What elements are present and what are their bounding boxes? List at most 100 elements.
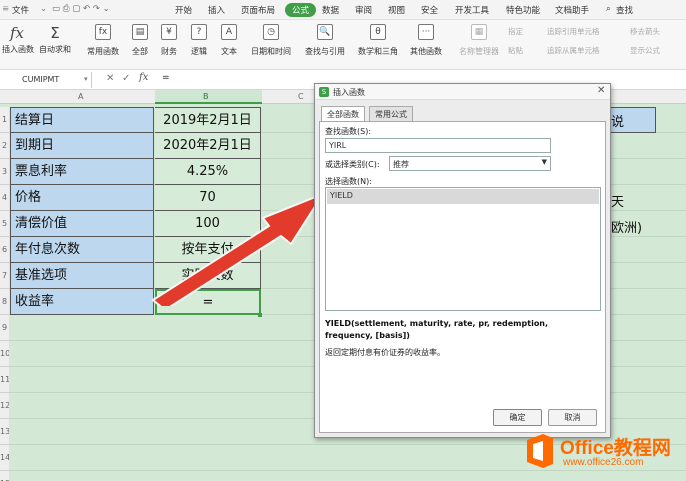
function-list[interactable]: YIELD [325, 187, 601, 311]
paste-name-button[interactable]: 粘贴 [508, 45, 523, 56]
cancel-icon[interactable]: ✕ [106, 73, 114, 84]
row-header[interactable]: 5 [0, 211, 9, 237]
text-icon: A [221, 24, 237, 40]
cell-label[interactable]: 票息利率 [10, 159, 154, 185]
grid-line [0, 470, 686, 471]
menu-doc-assistant[interactable]: 文档助手 [555, 4, 589, 16]
cell-label[interactable]: 价格 [10, 185, 154, 211]
all-functions-icon: ▤ [132, 24, 148, 40]
watermark-url: www.office26.com [563, 457, 644, 468]
trace-precedents-button[interactable]: 追踪引用单元格 [547, 26, 600, 37]
column-header-c[interactable]: C [298, 92, 304, 101]
row-header[interactable]: 11 [0, 367, 9, 393]
menu-data[interactable]: 数据 [322, 4, 339, 16]
math-trig-button[interactable]: θ 数学和三角 [353, 24, 403, 57]
clock-icon: ◷ [263, 24, 279, 40]
menu-search[interactable]: 查找 [616, 4, 633, 16]
tab-common-formulas[interactable]: 常用公式 [369, 106, 413, 121]
red-arrow-annotation [151, 191, 326, 306]
cell-label[interactable]: 基准选项 [10, 263, 154, 289]
question-icon: ? [191, 24, 207, 40]
confirm-icon[interactable]: ✓ [122, 73, 130, 84]
row-header[interactable]: 9 [0, 315, 9, 341]
fx-formula-icon[interactable]: fx [139, 72, 148, 83]
cell-value[interactable]: 2020年2月1日 [155, 133, 261, 159]
row-header[interactable]: 8 [0, 289, 9, 315]
search-function-label: 查找函数(S): [325, 127, 372, 136]
row-header[interactable]: 10 [0, 341, 9, 367]
trace-dependents-button[interactable]: 追踪从属单元格 [547, 45, 600, 56]
text-button[interactable]: A 文本 [217, 24, 241, 57]
cell-label[interactable]: 年付息次数 [10, 237, 154, 263]
row-header[interactable]: 4 [0, 185, 9, 211]
menu-view[interactable]: 视图 [388, 4, 405, 16]
search-function-input[interactable]: YIRL [325, 138, 551, 153]
cell-label[interactable]: 到期日 [10, 133, 154, 159]
cell-label[interactable]: 清偿价值 [10, 211, 154, 237]
fragment-text: 欧洲) [611, 221, 643, 236]
function-description: 返回定期付息有价证券的收益率。 [325, 348, 445, 357]
search-icon[interactable]: ⌕ [606, 4, 611, 14]
row-header[interactable]: 1 [0, 107, 9, 133]
office-logo-icon [523, 432, 557, 470]
cell-value[interactable]: 2019年2月1日 [155, 107, 261, 133]
insert-function-button[interactable]: fx 插入函数 [2, 24, 34, 55]
select-function-label: 选择函数(N): [325, 177, 372, 186]
theta-icon: θ [370, 24, 386, 40]
menu-formulas[interactable]: 公式 [285, 3, 317, 17]
row-header[interactable]: 12 [0, 393, 9, 419]
lookup-reference-button[interactable]: 🔍 查找与引用 [300, 24, 350, 57]
menu-file-arrow-icon[interactable]: ⌄ [40, 4, 47, 14]
define-name-button[interactable]: 指定 [508, 26, 523, 37]
row-header[interactable]: 6 [0, 237, 9, 263]
hamburger-icon[interactable]: ≡ [2, 4, 9, 14]
menu-security[interactable]: 安全 [421, 4, 438, 16]
cancel-button[interactable]: 取消 [548, 409, 597, 426]
menu-developer[interactable]: 开发工具 [455, 4, 489, 16]
menu-insert[interactable]: 插入 [208, 4, 225, 16]
fx-icon: fx [9, 24, 24, 42]
cell-label[interactable]: 结算日 [10, 107, 154, 133]
fill-handle[interactable] [258, 313, 262, 317]
menu-page-layout[interactable]: 页面布局 [241, 4, 275, 16]
column-header-a[interactable]: A [78, 92, 83, 101]
all-functions-button[interactable]: ▤ 全部 [128, 24, 152, 57]
row-header[interactable]: 15 [0, 471, 9, 481]
menu-review[interactable]: 审阅 [355, 4, 372, 16]
function-signature: YIELD(settlement, maturity, rate, pr, re… [325, 319, 549, 340]
formula-input[interactable]: = [162, 73, 170, 83]
logical-button[interactable]: ? 逻辑 [187, 24, 211, 57]
other-functions-button[interactable]: ··· 其他函数 [405, 24, 447, 57]
show-formulas-button[interactable]: 显示公式 [630, 45, 660, 56]
yen-icon: ¥ [161, 24, 177, 40]
row-header[interactable]: 14 [0, 445, 9, 471]
row-header[interactable]: 3 [0, 159, 9, 185]
name-box[interactable]: CUMIPMT [0, 72, 92, 88]
remove-arrows-button[interactable]: 移去箭头 [630, 26, 660, 37]
tab-all-functions[interactable]: 全部函数 [321, 106, 365, 121]
autosum-button[interactable]: Σ 自动求和 [36, 24, 74, 55]
menu-home[interactable]: 开始 [175, 4, 192, 16]
row-header[interactable]: 13 [0, 419, 9, 445]
name-manager-icon: ▦ [471, 24, 487, 40]
name-manager-button[interactable]: ▦ 名称管理器 [457, 24, 501, 57]
ok-button[interactable]: 确定 [493, 409, 542, 426]
cell-value[interactable]: 4.25% [155, 159, 261, 185]
menu-file[interactable]: 文件 [12, 4, 29, 16]
row-header[interactable]: 7 [0, 263, 9, 289]
dialog-titlebar: S 插入函数 ✕ [315, 84, 610, 100]
wps-s-icon: S [319, 87, 329, 97]
financial-button[interactable]: ¥ 财务 [157, 24, 181, 57]
row-header[interactable]: 2 [0, 133, 9, 159]
category-select[interactable]: 推荐 ▼ [389, 156, 551, 171]
list-item[interactable]: YIELD [327, 189, 599, 204]
close-icon[interactable]: ✕ [597, 85, 605, 96]
common-functions-button[interactable]: fx 常用函数 [82, 24, 124, 57]
menu-features[interactable]: 特色功能 [506, 4, 540, 16]
common-function-icon: fx [95, 24, 111, 40]
sigma-icon: Σ [50, 24, 60, 42]
name-box-dropdown-icon[interactable]: ▾ [84, 75, 88, 83]
date-time-button[interactable]: ◷ 日期和时间 [247, 24, 295, 57]
quick-access-icons[interactable]: ▭ ⎙ ▢ ↶ ↷ ⌄ [52, 4, 110, 14]
cell-label[interactable]: 收益率 [10, 289, 154, 315]
